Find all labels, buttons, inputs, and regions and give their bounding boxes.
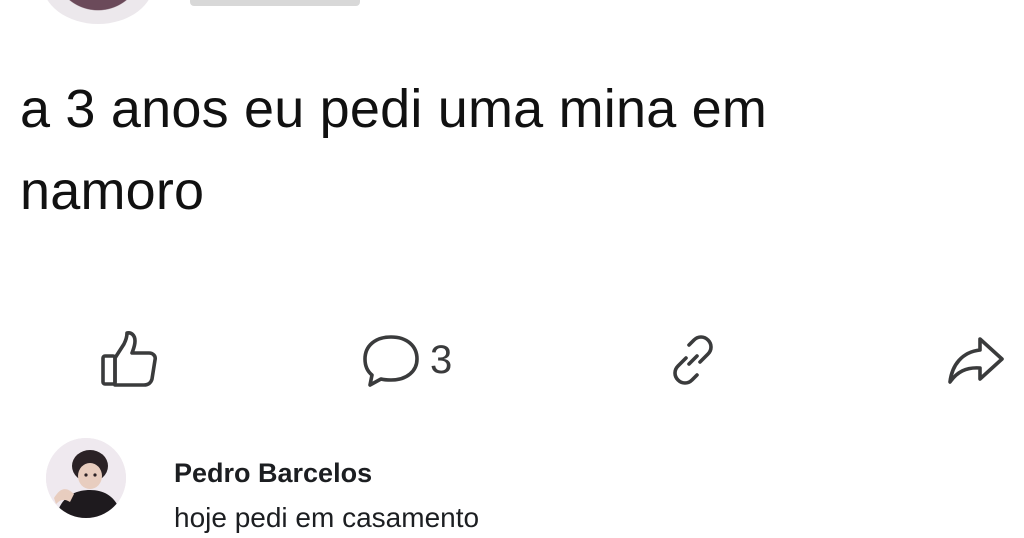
comment-button[interactable]: 3 xyxy=(360,320,452,400)
author-avatar[interactable] xyxy=(42,0,154,24)
comment-text: hoje pedi em casamento xyxy=(174,502,480,533)
share-arrow-icon xyxy=(948,337,1004,384)
link-icon xyxy=(673,335,713,385)
post-screenshot: a 3 anos eu pedi uma mina em namoro 3 Pe… xyxy=(0,0,1024,538)
commenter-avatar[interactable] xyxy=(46,438,126,518)
copy-link-button[interactable] xyxy=(664,320,722,400)
speech-bubble-icon xyxy=(363,335,419,387)
post-text-line-1: a 3 anos eu pedi uma mina em xyxy=(20,79,768,139)
comment-count: 3 xyxy=(430,338,453,382)
post-actions-bar: 3 xyxy=(0,320,1024,400)
post-text-line-2: namoro xyxy=(20,161,205,221)
author-name-cropped[interactable] xyxy=(190,0,360,6)
post-body: a 3 anos eu pedi uma mina em namoro xyxy=(20,68,1024,232)
comment-item: Pedro Barcelos hoje pedi em casamento xyxy=(46,438,1006,538)
commenter-photo-icon xyxy=(46,438,126,518)
share-button[interactable] xyxy=(944,320,1008,400)
like-button[interactable] xyxy=(98,320,160,400)
thumbs-up-icon xyxy=(101,331,157,387)
commenter-name[interactable]: Pedro Barcelos xyxy=(174,458,372,489)
